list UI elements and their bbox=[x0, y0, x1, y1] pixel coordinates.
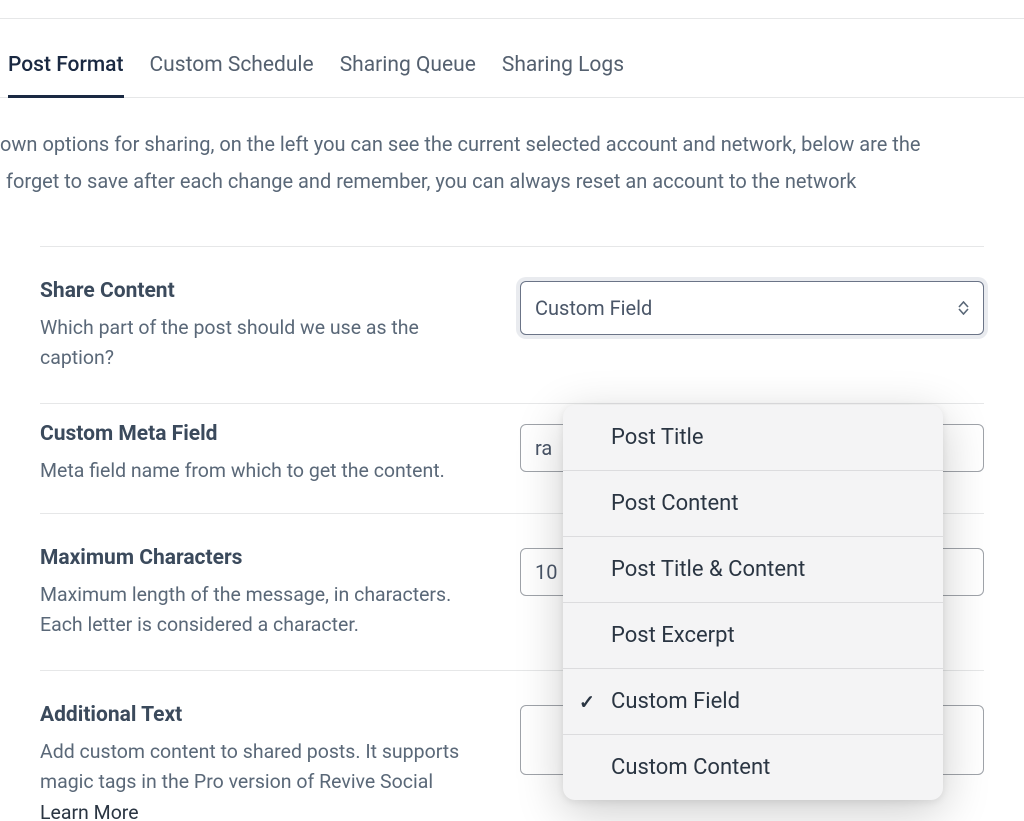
share-content-dropdown: Post Title Post Content Post Title & Con… bbox=[563, 405, 943, 800]
dd-option-custom-content[interactable]: Custom Content bbox=[563, 735, 943, 800]
intro-line-2: forget to save after each change and rem… bbox=[0, 163, 1016, 200]
tabs-nav: Post Format Custom Schedule Sharing Queu… bbox=[0, 18, 1024, 98]
tab-post-format[interactable]: Post Format bbox=[8, 53, 124, 98]
tab-custom-schedule[interactable]: Custom Schedule bbox=[150, 53, 314, 97]
intro-line-1: own options for sharing, on the left you… bbox=[0, 126, 1016, 163]
share-content-selected-value: Custom Field bbox=[535, 296, 652, 320]
dd-option-post-title[interactable]: Post Title bbox=[563, 405, 943, 471]
dd-option-post-title-content[interactable]: Post Title & Content bbox=[563, 537, 943, 603]
intro-text: own options for sharing, on the left you… bbox=[0, 98, 1024, 200]
dd-option-post-excerpt[interactable]: Post Excerpt bbox=[563, 603, 943, 669]
learn-more-link[interactable]: Learn More bbox=[40, 801, 139, 821]
additional-text-desc: Add custom content to shared posts. It s… bbox=[40, 737, 490, 821]
share-content-desc: Which part of the post should we use as … bbox=[40, 313, 490, 373]
custom-meta-label: Custom Meta Field bbox=[40, 422, 490, 446]
share-content-select[interactable]: Custom Field bbox=[520, 281, 984, 335]
tab-sharing-queue[interactable]: Sharing Queue bbox=[340, 53, 476, 97]
custom-meta-value: ra bbox=[535, 436, 552, 460]
chevron-updown-icon bbox=[958, 301, 969, 315]
share-content-label: Share Content bbox=[40, 279, 490, 303]
max-chars-desc: Maximum length of the message, in charac… bbox=[40, 580, 490, 640]
custom-meta-desc: Meta field name from which to get the co… bbox=[40, 456, 490, 486]
dd-option-custom-field[interactable]: ✓ Custom Field bbox=[563, 669, 943, 735]
additional-text-label: Additional Text bbox=[40, 703, 490, 727]
check-icon: ✓ bbox=[579, 690, 595, 713]
dd-option-post-content[interactable]: Post Content bbox=[563, 471, 943, 537]
tab-sharing-logs[interactable]: Sharing Logs bbox=[502, 53, 624, 97]
row-share-content: Share Content Which part of the post sho… bbox=[40, 247, 984, 404]
max-chars-value: 10 bbox=[535, 560, 557, 584]
max-chars-label: Maximum Characters bbox=[40, 546, 490, 570]
